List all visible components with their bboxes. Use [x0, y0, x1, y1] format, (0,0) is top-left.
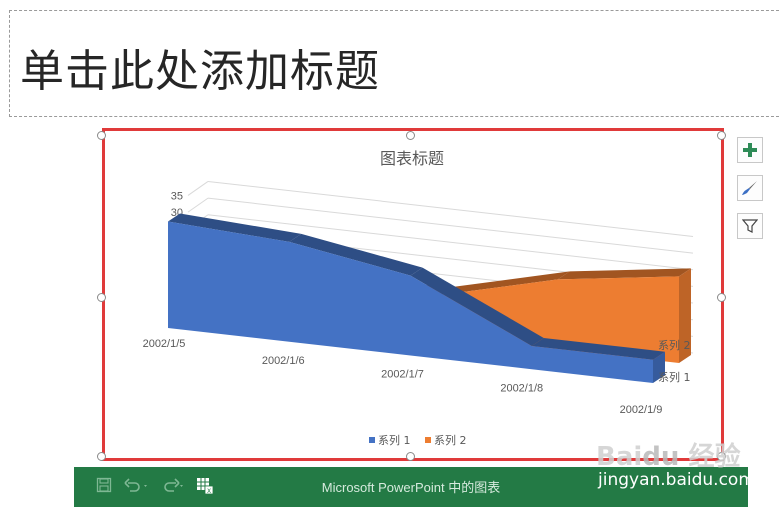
legend-item-label: 系列 1 [378, 433, 411, 447]
paintbrush-icon [742, 181, 757, 195]
resize-handle-tm[interactable] [406, 131, 415, 140]
resize-handle-tl[interactable] [97, 131, 106, 140]
chart-canvas: 图表标题 05101520253035 2002/1/52002/1/62002… [143, 149, 694, 447]
gridline-side [187, 181, 209, 196]
chart-title[interactable]: 图表标题 [380, 149, 444, 168]
chart-styles-button[interactable] [737, 175, 763, 201]
title-placeholder-text: 单击此处添加标题 [20, 46, 380, 97]
legend-swatch [425, 437, 431, 443]
series-axis-label: 系列 1 [658, 370, 691, 384]
watermark-site: jingyan.baidu.com [598, 470, 755, 490]
resize-handle-ml[interactable] [97, 293, 106, 302]
legend-swatch [369, 437, 375, 443]
plus-icon [743, 143, 757, 157]
chart-filters-button[interactable] [737, 213, 763, 239]
x-tick-label: 2002/1/6 [262, 355, 305, 367]
title-placeholder[interactable]: 单击此处添加标题 [9, 10, 780, 117]
series-axis-label: 系列 2 [658, 338, 691, 352]
chart-legend: 系列 1 系列 2 [369, 433, 467, 447]
y-tick-label: 35 [171, 190, 183, 202]
chart-elements-button[interactable] [737, 137, 763, 163]
gridline [207, 180, 694, 237]
x-tick-label: 2002/1/8 [500, 382, 543, 394]
baidu-watermark-logo: Baidu 经验 [596, 442, 741, 472]
resize-handle-bm[interactable] [406, 452, 415, 461]
resize-handle-mr[interactable] [717, 293, 726, 302]
gridline-side [187, 197, 209, 213]
legend-item-label: 系列 2 [434, 433, 467, 447]
resize-handle-tr[interactable] [717, 131, 726, 140]
x-tick-label: 2002/1/9 [620, 404, 663, 416]
chart-series [168, 213, 691, 383]
resize-handle-bl[interactable] [97, 452, 106, 461]
x-tick-label: 2002/1/7 [381, 369, 424, 381]
chart-frame[interactable]: 图表标题 05101520253035 2002/1/52002/1/62002… [102, 128, 724, 461]
funnel-icon [742, 219, 758, 233]
x-tick-label: 2002/1/5 [143, 338, 186, 350]
